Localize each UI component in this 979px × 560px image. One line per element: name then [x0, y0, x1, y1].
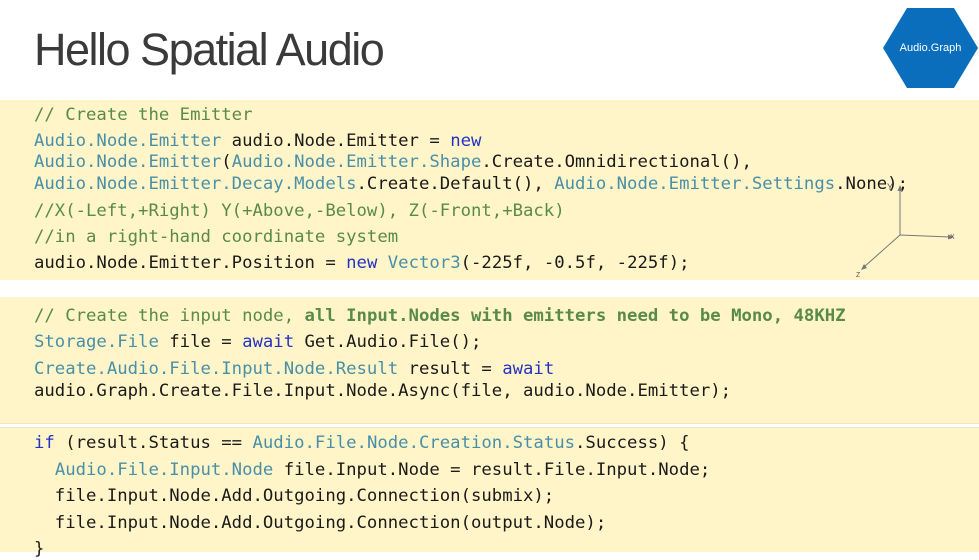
- code-line: if (result.Status == Audio.File.Node.Cre…: [34, 433, 690, 453]
- code-line: //in a right-hand coordinate system: [34, 227, 399, 247]
- code-line: }: [34, 539, 45, 559]
- slide-title: Hello Spatial Audio: [34, 24, 385, 75]
- code-line: Storage.File file = await Get.Audio.File…: [34, 332, 482, 352]
- code-line: file.Input.Node.Add.Outgoing.Connection(…: [34, 486, 555, 506]
- code-line: // Create the Emitter: [34, 105, 253, 125]
- code-line: audio.Graph.Create.File.Input.Node.Async…: [34, 381, 732, 401]
- code-line: Audio.Node.Emitter audio.Node.Emitter = …: [34, 131, 482, 151]
- code-line: //X(-Left,+Right) Y(+Above,-Below), Z(-F…: [34, 201, 565, 221]
- coordinate-axes-diagram: Y X Z: [856, 182, 955, 279]
- code-line: Audio.Node.Emitter.Decay.Models.Create.D…: [34, 174, 908, 194]
- code-line: Audio.File.Input.Node file.Input.Node = …: [54, 460, 711, 480]
- y-axis-label: Y: [887, 182, 893, 192]
- code-line: file.Input.Node.Add.Outgoing.Connection(…: [34, 513, 607, 533]
- code-line: Create.Audio.File.Input.Node.Result resu…: [34, 359, 555, 379]
- code-line: audio.Node.Emitter.Position = new Vector…: [34, 253, 690, 273]
- code-line: Audio.Node.Emitter(Audio.Node.Emitter.Sh…: [34, 152, 752, 172]
- code-line: // Create the input node, all Input.Node…: [34, 306, 846, 326]
- x-axis-label: X: [950, 234, 955, 241]
- audio-graph-badge: Audio.Graph: [899, 42, 962, 54]
- z-axis-label: Z: [856, 272, 861, 279]
